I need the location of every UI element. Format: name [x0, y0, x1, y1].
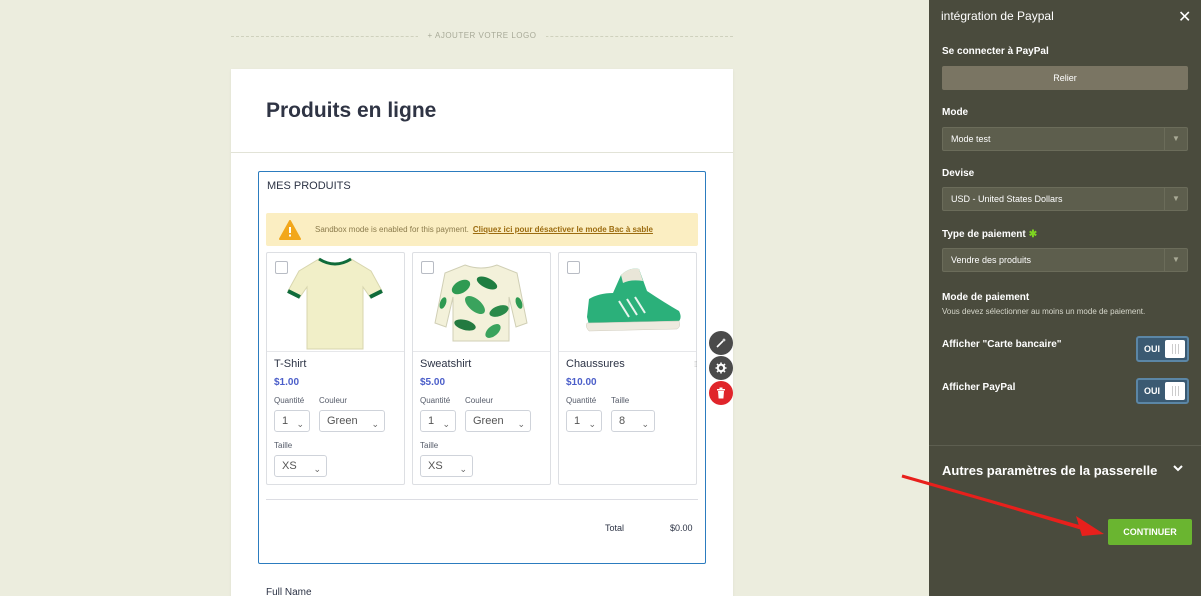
payment-mode-label: Mode de paiement: [942, 292, 1030, 303]
currency-select[interactable]: USD - United States Dollars ▼: [942, 187, 1188, 211]
annotation-arrow-icon: [901, 474, 1104, 536]
show-paypal-label: Afficher PayPal: [942, 382, 1016, 393]
panel-title: intégration de Paypal: [941, 9, 1054, 23]
product-price: $10.00: [566, 377, 597, 388]
trash-icon[interactable]: [709, 381, 733, 405]
chevron-down-icon[interactable]: [1172, 462, 1184, 476]
full-name-label: Full Name: [266, 587, 312, 596]
payment-mode-help: Vous devez sélectionner au moins un mode…: [942, 307, 1146, 316]
size-select[interactable]: 8 ⌄: [611, 410, 655, 432]
connect-button[interactable]: Relier: [942, 66, 1188, 90]
payment-type-select[interactable]: Vendre des produits ▼: [942, 248, 1188, 272]
product-price: $5.00: [420, 377, 446, 388]
close-icon[interactable]: ✕: [1178, 7, 1191, 27]
size-label: Taille: [274, 441, 293, 450]
size-select[interactable]: XS ⌄: [274, 455, 327, 477]
product-name: T-Shirt: [274, 358, 307, 370]
drag-handle-icon[interactable]: ⁞⁞: [694, 361, 698, 369]
product-card-shoes[interactable]: Chaussures $10.00 Quantité 1 ⌄ Taille 8 ⌄: [558, 252, 697, 485]
quantity-select[interactable]: 1 ⌄: [274, 410, 310, 432]
chevron-down-icon: ⌄: [313, 464, 321, 474]
chevron-down-icon: ⌄: [459, 464, 467, 474]
color-label: Couleur: [319, 396, 348, 405]
sandbox-warning: Sandbox mode is enabled for this payment…: [266, 213, 698, 246]
product-card-tshirt[interactable]: T-Shirt $1.00 Quantité 1 ⌄ Couleur Green ⌄…: [266, 252, 405, 485]
color-select[interactable]: Green ⌄: [465, 410, 531, 432]
chevron-down-icon: ⌄: [641, 419, 649, 429]
product-checkbox[interactable]: [275, 261, 288, 274]
total-value: $0.00: [670, 523, 693, 533]
gear-icon[interactable]: [709, 356, 733, 380]
field-label: MES PRODUITS: [267, 180, 351, 192]
chevron-down-icon: ⌄: [296, 419, 304, 429]
quantity-label: Quantité: [274, 396, 305, 405]
currency-label: Devise: [942, 168, 975, 179]
mode-label: Mode: [942, 107, 969, 118]
disable-sandbox-link[interactable]: Cliquez ici pour désactiver le mode Bac …: [473, 225, 653, 234]
product-price: $1.00: [274, 377, 300, 388]
quantity-label: Quantité: [420, 396, 451, 405]
connect-label: Se connecter à PayPal: [942, 46, 1049, 57]
size-label: Taille: [420, 441, 439, 450]
size-select[interactable]: XS ⌄: [420, 455, 473, 477]
size-label: Taille: [611, 396, 630, 405]
chevron-down-icon: ⌄: [442, 419, 450, 429]
required-icon: ✱: [1028, 229, 1038, 240]
color-select[interactable]: Green ⌄: [319, 410, 385, 432]
continue-button[interactable]: CONTINUER: [1108, 519, 1192, 545]
panel-divider: [929, 445, 1201, 446]
product-name: Sweatshirt: [420, 358, 472, 370]
form-title[interactable]: Produits en ligne: [266, 99, 436, 123]
warning-icon: [279, 219, 301, 240]
product-checkbox[interactable]: [567, 261, 580, 274]
caret-down-icon: ▼: [1164, 188, 1187, 210]
chevron-down-icon: ⌄: [371, 419, 379, 429]
payment-type-label: Type de paiement ✱: [942, 229, 1038, 240]
color-label: Couleur: [465, 396, 494, 405]
total-divider: [266, 499, 698, 500]
chevron-down-icon: ⌄: [517, 419, 525, 429]
total-label: Total: [605, 523, 625, 533]
caret-down-icon: ▼: [1164, 128, 1187, 150]
quantity-select[interactable]: 1 ⌄: [566, 410, 602, 432]
quantity-select[interactable]: 1 ⌄: [420, 410, 456, 432]
show-paypal-toggle[interactable]: OUI: [1136, 378, 1189, 404]
product-checkbox[interactable]: [421, 261, 434, 274]
product-card-sweatshirt[interactable]: Sweatshirt $5.00 Quantité 1 ⌄ Couleur Gre…: [412, 252, 551, 485]
quantity-label: Quantité: [566, 396, 597, 405]
caret-down-icon: ▼: [1164, 249, 1187, 271]
product-name: Chaussures: [566, 358, 625, 370]
form-card: Produits en ligne MES PRODUITS Sandbox m…: [231, 69, 733, 596]
add-logo-link[interactable]: + AJOUTER VOTRE LOGO: [231, 31, 733, 40]
sandbox-message: Sandbox mode is enabled for this payment…: [315, 225, 469, 234]
mode-select[interactable]: Mode test ▼: [942, 127, 1188, 151]
chevron-down-icon: ⌄: [588, 419, 596, 429]
show-card-toggle[interactable]: OUI: [1136, 336, 1189, 362]
products-grid: T-Shirt $1.00 Quantité 1 ⌄ Couleur Green ⌄…: [266, 252, 699, 485]
product-list-field[interactable]: MES PRODUITS Sandbox mode is enabled for…: [258, 171, 706, 564]
show-card-label: Afficher "Carte bancaire": [942, 339, 1062, 350]
wand-icon[interactable]: [709, 331, 733, 355]
